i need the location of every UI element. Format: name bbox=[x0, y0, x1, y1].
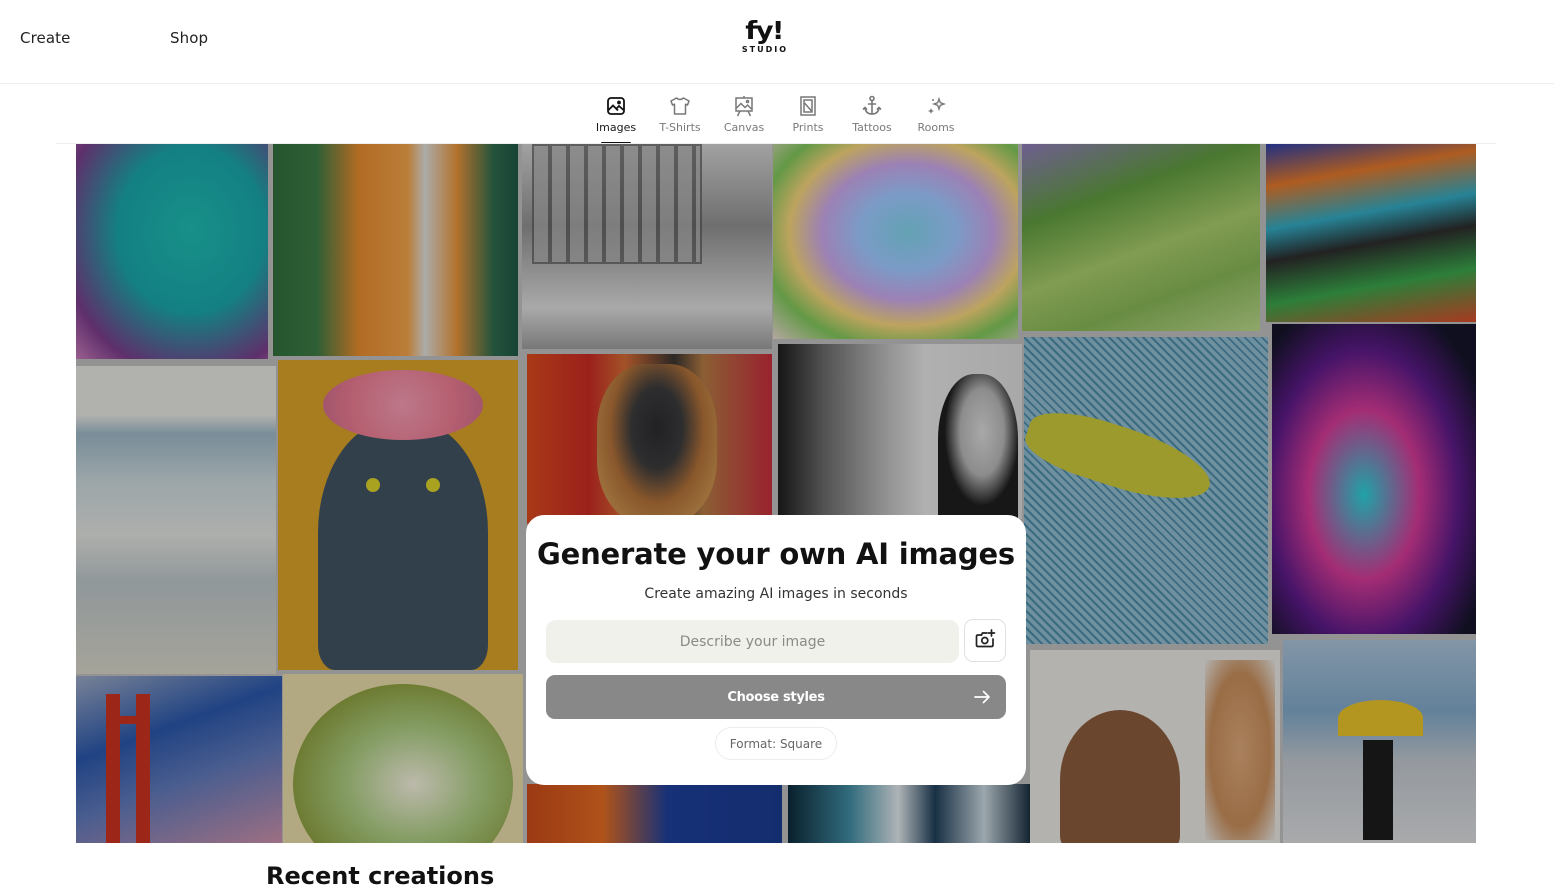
easel-icon bbox=[733, 95, 755, 117]
tab-label: Rooms bbox=[917, 121, 955, 134]
collage-tile-blue-floral bbox=[788, 784, 1033, 843]
collage-tile-figs bbox=[273, 144, 518, 356]
format-selector[interactable]: Format: Square bbox=[715, 727, 837, 760]
collage-tile-umbrella-woman bbox=[1283, 640, 1476, 843]
image-icon bbox=[605, 95, 627, 117]
tab-canvas[interactable]: Canvas bbox=[712, 90, 776, 144]
collage-tile-long-hair-woman bbox=[1030, 650, 1280, 843]
nav-shop-link[interactable]: Shop bbox=[170, 29, 208, 47]
tab-prints[interactable]: Prints bbox=[776, 90, 840, 144]
tab-images[interactable]: Images bbox=[584, 90, 648, 144]
choose-styles-label: Choose styles bbox=[727, 689, 825, 705]
tab-rooms[interactable]: Rooms bbox=[904, 90, 968, 144]
collage-tile-orange-flowers bbox=[527, 784, 782, 843]
arrow-right-icon bbox=[972, 687, 992, 707]
tab-tshirts[interactable]: T-Shirts bbox=[648, 90, 712, 144]
choose-styles-button[interactable]: Choose styles bbox=[546, 675, 1006, 719]
tab-label: Canvas bbox=[723, 121, 765, 134]
collage-tile-city-woman bbox=[778, 344, 1022, 519]
describe-image-input[interactable] bbox=[546, 620, 959, 663]
recent-creations-title: Recent creations bbox=[266, 862, 495, 890]
logo-subtitle: STUDIO bbox=[741, 45, 789, 54]
top-bar: Create Shop fy! STUDIO bbox=[0, 0, 1554, 84]
collage-tile-dancers bbox=[1266, 144, 1476, 322]
tab-label: Tattoos bbox=[852, 121, 892, 134]
collage-tile-beach-fence bbox=[76, 366, 276, 674]
tshirt-icon bbox=[669, 95, 691, 117]
generator-title: Generate your own AI images bbox=[537, 537, 1015, 571]
category-tabs: Images T-Shirts Canvas Prints Tattoos Ro… bbox=[584, 90, 968, 144]
camera-plus-icon bbox=[974, 628, 996, 653]
generator-subtitle: Create amazing AI images in seconds bbox=[644, 586, 908, 602]
collage-tile-rainbow-cup bbox=[773, 144, 1018, 339]
collage-tile-green-trees bbox=[283, 674, 523, 843]
upload-image-button[interactable] bbox=[964, 619, 1006, 662]
nav-create-link[interactable]: Create bbox=[20, 29, 70, 47]
collage-tile-cat-flowers bbox=[278, 360, 518, 670]
tab-label: Prints bbox=[792, 121, 824, 134]
collage-tile-teal-portrait bbox=[76, 144, 268, 359]
collage-tile-neon-girl bbox=[1272, 324, 1476, 634]
collage-tile-house-sketch bbox=[522, 144, 772, 349]
framed-print-icon bbox=[797, 95, 819, 117]
logo-mark: fy! bbox=[745, 16, 784, 45]
anchor-icon bbox=[861, 95, 883, 117]
fy-studio-logo[interactable]: fy! STUDIO bbox=[738, 16, 790, 57]
collage-tile-yellow-fish bbox=[1024, 337, 1268, 644]
collage-tile-golden-gate bbox=[76, 676, 282, 843]
tab-label: Images bbox=[595, 121, 637, 134]
collage-tile-garden bbox=[1022, 144, 1260, 331]
collage-tile-puppy bbox=[527, 354, 772, 524]
sparkles-icon bbox=[925, 95, 947, 117]
tab-tattoos[interactable]: Tattoos bbox=[840, 90, 904, 144]
tab-label: T-Shirts bbox=[659, 121, 701, 134]
generator-card: Generate your own AI images Create amazi… bbox=[526, 515, 1026, 785]
